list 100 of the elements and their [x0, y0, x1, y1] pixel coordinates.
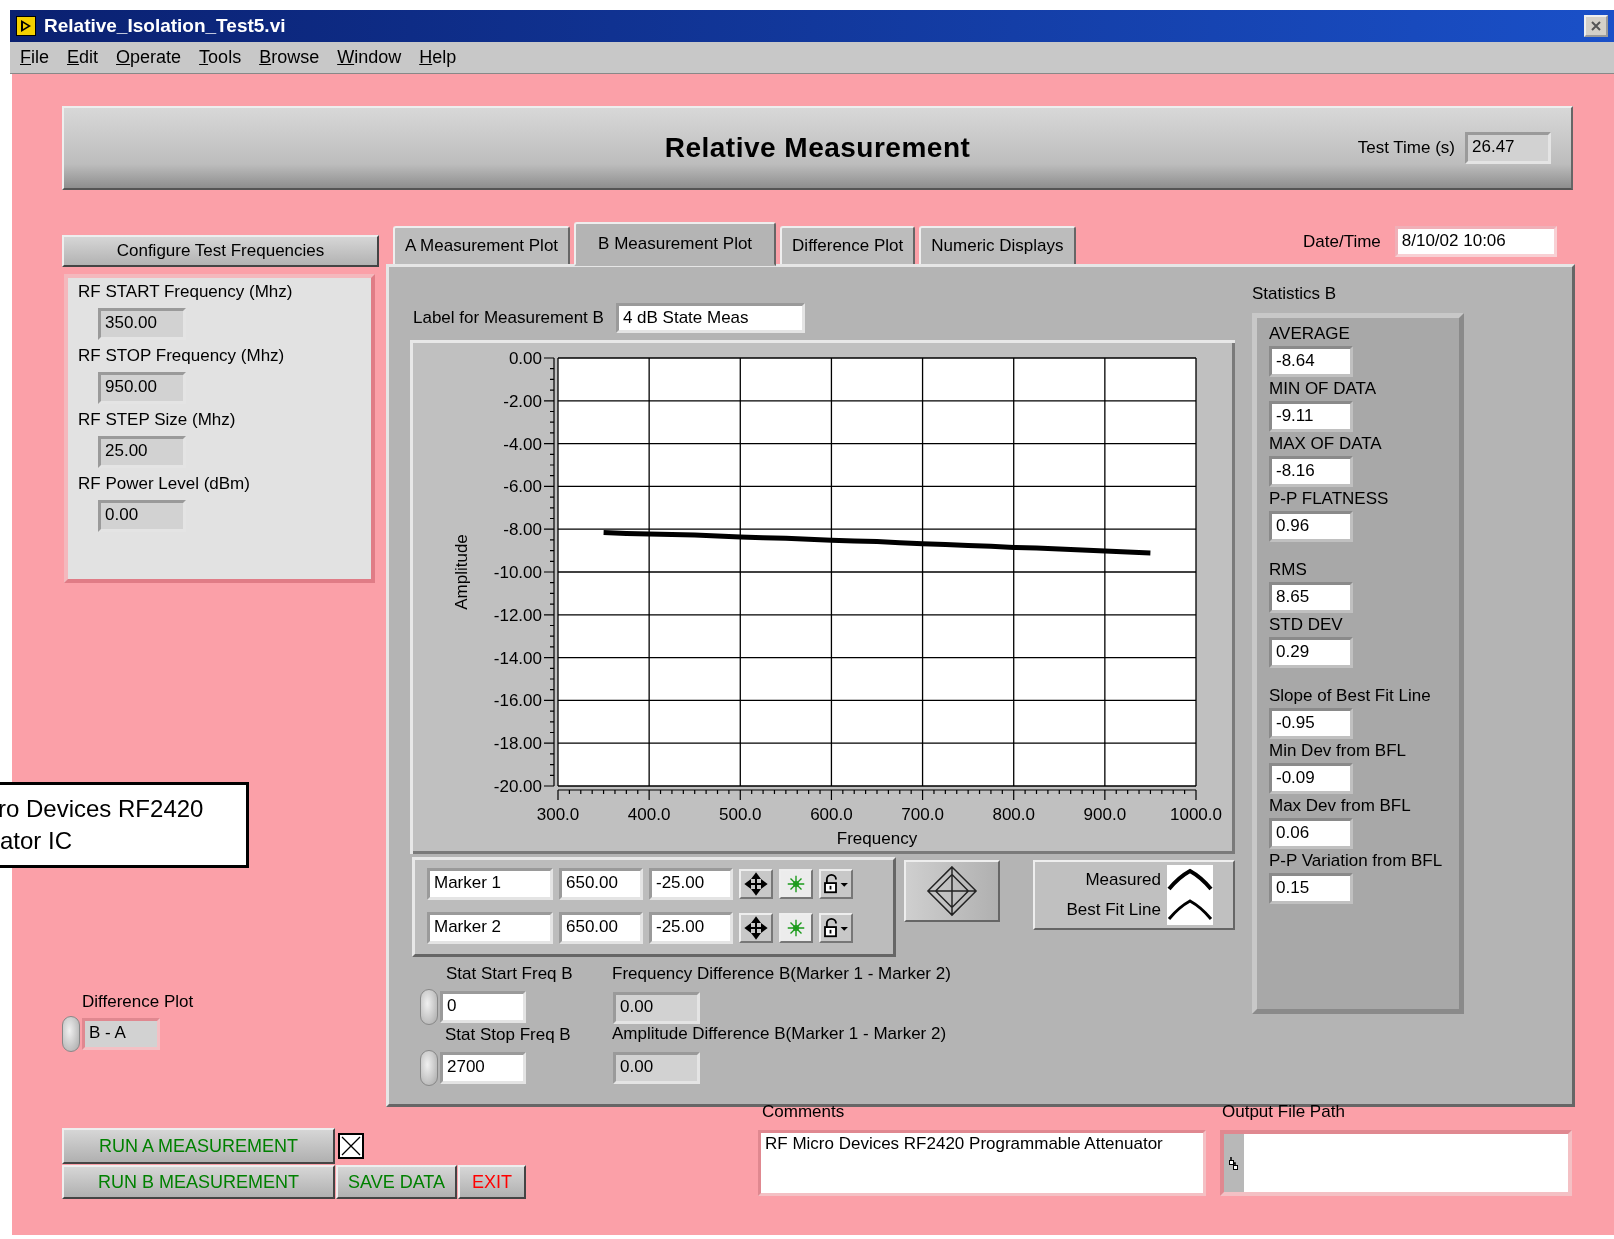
cursor-frequency-field[interactable]: 650.00 — [559, 868, 643, 900]
tick-label: -6.00 — [503, 477, 542, 497]
panel-title: Relative Measurement — [664, 132, 971, 164]
stat-stop-field[interactable]: 2700 — [440, 1052, 526, 1084]
tick-label: 600.0 — [810, 805, 853, 824]
statistic-field: 8.65 — [1269, 582, 1353, 613]
measurement-label-field[interactable]: 4 dB State Meas — [615, 303, 805, 333]
setting-field[interactable]: 25.00 — [98, 436, 186, 468]
graph-palette-button[interactable] — [904, 860, 1000, 922]
menu-item[interactable]: File — [20, 47, 49, 68]
diamond-icon — [925, 864, 979, 918]
menu-item[interactable]: Edit — [67, 47, 99, 68]
statistic-label: MAX OF DATA — [1269, 434, 1383, 454]
statistic-field: -0.09 — [1269, 763, 1353, 794]
cursor-name-field[interactable]: Marker 1 — [427, 868, 553, 900]
comments-label: Comments — [762, 1102, 845, 1121]
frequency-difference-field: 0.00 — [613, 992, 700, 1024]
tick-label: -2.00 — [503, 391, 542, 411]
date-time-label: Date/Time — [1303, 231, 1381, 252]
spin-buttons[interactable] — [420, 1050, 438, 1086]
configure-button[interactable]: Configure Test Frequencies — [62, 235, 379, 267]
date-time-field: 8/10/02 10:06 — [1394, 226, 1557, 257]
statistic-field: -0.95 — [1269, 708, 1353, 739]
tick-label: 900.0 — [1083, 805, 1127, 824]
statistic-label: AVERAGE — [1269, 324, 1351, 344]
move-icon — [744, 916, 768, 940]
close-button[interactable] — [1584, 15, 1608, 37]
amplitude-difference-label: Amplitude Difference B(Marker 1 - Marker 2) — [612, 1024, 947, 1043]
statistic-field: 0.06 — [1269, 818, 1353, 849]
statistic-label: P-P Variation from BFL — [1269, 851, 1444, 871]
statistic-field: 0.15 — [1269, 873, 1353, 904]
crosshair-icon — [785, 873, 807, 895]
setting-label: RF Power Level (dBm) — [78, 474, 251, 494]
move-cursor-button[interactable] — [739, 913, 773, 943]
tooltip-text: ator IC — [0, 826, 73, 856]
tick-label: 0.00 — [508, 349, 542, 368]
tick-label: 400.0 — [627, 805, 671, 824]
axis-title: Frequency — [836, 829, 918, 848]
tooltip-text: ro Devices RF2420 — [0, 794, 204, 824]
tab[interactable]: B Measurement Plot — [574, 222, 777, 266]
difference-plot-selector[interactable]: B - A — [82, 1018, 160, 1050]
statistic-label: Slope of Best Fit Line — [1269, 686, 1432, 706]
tick-label: -10.00 — [493, 563, 542, 582]
test-time-field: 26.47 — [1465, 132, 1551, 164]
statistic-label: STD DEV — [1269, 615, 1344, 635]
setting-label: RF STOP Frequency (Mhz) — [78, 346, 286, 366]
cursor-style-button[interactable] — [779, 869, 813, 899]
output-file-path-label: Output File Path — [1222, 1102, 1345, 1121]
cursor-frequency-field[interactable]: 650.00 — [559, 912, 643, 944]
menu-item[interactable]: Operate — [116, 47, 182, 68]
statistic-field: -8.64 — [1269, 346, 1353, 377]
menu-item[interactable]: Window — [337, 47, 402, 68]
tick-label: -16.00 — [493, 691, 542, 711]
tab[interactable]: Difference Plot — [780, 226, 916, 266]
move-cursor-button[interactable] — [739, 869, 773, 899]
legend-label: Best Fit Line — [1066, 900, 1161, 920]
setting-label: RF START Frequency (Mhz) — [78, 282, 294, 302]
spin-buttons[interactable] — [420, 989, 438, 1025]
frequency-difference-label: Frequency Difference B(Marker 1 - Marker 2) — [612, 964, 951, 983]
lock-button[interactable] — [819, 913, 853, 943]
setting-field[interactable]: 350.00 — [98, 308, 186, 340]
statistic-field: -8.16 — [1269, 456, 1353, 487]
tick-label: 800.0 — [992, 805, 1035, 824]
crosshair-icon — [785, 917, 807, 939]
statistic-label: MIN OF DATA — [1269, 379, 1378, 399]
menu-item[interactable]: Tools — [199, 47, 242, 68]
statistic-label: P-P FLATNESS — [1269, 489, 1390, 509]
cursor-style-button[interactable] — [779, 913, 813, 943]
cursor-amplitude-field[interactable]: -25.00 — [649, 912, 733, 944]
difference-plot-label: Difference Plot — [82, 992, 194, 1011]
statistic-label: Min Dev from BFL — [1269, 741, 1407, 761]
tab[interactable]: A Measurement Plot — [393, 226, 571, 266]
statistic-field: 0.96 — [1269, 511, 1353, 542]
tick-label: 300.0 — [536, 805, 580, 824]
test-time-label: Test Time (s) — [1357, 138, 1455, 158]
tick-label: 1000.0 — [1170, 805, 1222, 824]
close-icon — [1590, 20, 1602, 32]
move-icon — [744, 872, 768, 896]
comments-field[interactable]: RF Micro Devices RF2420 Programmable Attenuator — [758, 1130, 1206, 1196]
setting-label: RF STEP Size (Mhz) — [78, 410, 237, 430]
lock-button[interactable] — [819, 869, 853, 899]
tick-label: -20.00 — [493, 777, 542, 796]
tick-label: 700.0 — [901, 805, 944, 824]
cursor-amplitude-field[interactable]: -25.00 — [649, 868, 733, 900]
stat-start-field[interactable]: 0 — [440, 991, 526, 1023]
setting-field[interactable]: 0.00 — [98, 500, 186, 532]
menu-item[interactable]: Help — [419, 47, 457, 68]
tick-label: -12.00 — [493, 605, 542, 625]
spin-buttons[interactable] — [62, 1016, 80, 1052]
cursor-name-field[interactable]: Marker 2 — [427, 912, 553, 944]
stat-start-label: Stat Start Freq B — [446, 964, 573, 983]
menu-item[interactable]: Browse — [259, 47, 320, 68]
tab[interactable]: Numeric Displays — [919, 226, 1076, 266]
output-file-path-field[interactable] — [1220, 1130, 1572, 1196]
setting-field[interactable]: 950.00 — [98, 372, 186, 404]
tick-label: -18.00 — [493, 734, 542, 754]
axis-title: Amplitude — [452, 534, 471, 610]
amplitude-difference-field: 0.00 — [613, 1052, 700, 1084]
checkbox[interactable] — [338, 1133, 364, 1159]
statistic-label: Max Dev from BFL — [1269, 796, 1412, 816]
